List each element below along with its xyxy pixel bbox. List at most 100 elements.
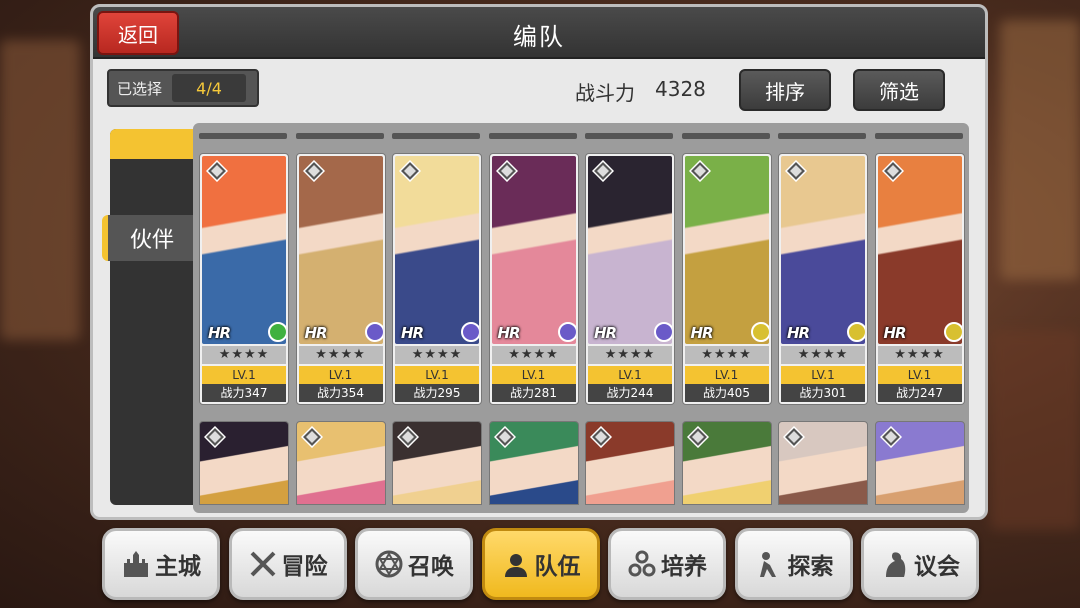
- character-card[interactable]: HR ★★★★ LV.1 战力247: [874, 153, 965, 405]
- character-portrait: HR: [684, 156, 769, 344]
- star-rating: ★★★★: [684, 346, 769, 364]
- castle-icon: [121, 549, 151, 579]
- team-power-value: 4328: [655, 77, 706, 101]
- card-power: 战力295: [395, 384, 479, 402]
- selected-counter: 已选择 4/4: [107, 69, 259, 107]
- nav-label: 议会: [914, 554, 960, 580]
- level-label: LV.1: [202, 366, 286, 384]
- rarity-gem-icon: [879, 426, 902, 448]
- character-card[interactable]: [199, 421, 289, 505]
- level-label: LV.1: [781, 366, 865, 384]
- nav-button[interactable]: 主城: [102, 528, 220, 600]
- page-title: 编队: [513, 23, 565, 51]
- rarity-gem-icon: [300, 426, 323, 448]
- character-card[interactable]: HR ★★★★ LV.1 战力405: [681, 153, 772, 405]
- rarity-gem-icon: [783, 426, 805, 448]
- card-power: 战力247: [877, 384, 962, 402]
- character-portrait: HR: [588, 156, 672, 344]
- nav-button[interactable]: 冒险: [228, 528, 347, 600]
- card-power: 战力244: [588, 384, 672, 402]
- card-power: 战力301: [781, 384, 865, 402]
- star-rating: ★★★★: [588, 346, 672, 364]
- team-power-label: 战斗力: [575, 81, 635, 105]
- character-card[interactable]: HR ★★★★ LV.1 战力295: [392, 153, 482, 405]
- rarity-gem-icon: [881, 160, 904, 182]
- class-icon: [943, 322, 962, 342]
- character-portrait: HR: [298, 156, 383, 344]
- card-power: 战力405: [684, 384, 769, 402]
- scroll-strip: [778, 133, 866, 139]
- scroll-strip: [199, 133, 287, 139]
- scroll-strip: [295, 133, 384, 139]
- rarity-gem-icon: [590, 426, 612, 448]
- rarity-gem-icon: [493, 426, 516, 448]
- scroll-strip: [488, 133, 577, 139]
- character-card[interactable]: [488, 421, 579, 505]
- class-icon: [364, 322, 383, 342]
- character-card[interactable]: HR ★★★★ LV.1 战力301: [778, 153, 868, 405]
- side-tab-accent: [110, 129, 196, 159]
- rarity-label: HR: [690, 324, 714, 342]
- class-icon: [847, 322, 865, 342]
- rarity-label: HR: [787, 324, 810, 342]
- rarity-gem-icon: [204, 426, 226, 448]
- rarity-gem-icon: [686, 426, 709, 448]
- nav-button[interactable]: 议会: [861, 528, 979, 600]
- nav-label: 队伍: [534, 554, 581, 580]
- scroll-strip: [392, 133, 480, 139]
- character-card[interactable]: HR ★★★★ LV.1 战力281: [488, 153, 579, 405]
- sort-button[interactable]: 排序: [739, 69, 831, 111]
- character-portrait: HR: [781, 156, 865, 344]
- rarity-gem-icon: [397, 426, 419, 448]
- nav-button[interactable]: 队伍: [481, 528, 600, 600]
- character-card[interactable]: HR ★★★★ LV.1 战力354: [295, 153, 386, 405]
- level-label: LV.1: [395, 366, 479, 384]
- character-card[interactable]: HR ★★★★ LV.1 战力347: [199, 153, 289, 405]
- filter-button[interactable]: 筛选: [853, 69, 945, 111]
- rarity-gem-icon: [688, 160, 711, 182]
- background-furniture: [990, 330, 1080, 530]
- nav-label: 主城: [155, 554, 201, 580]
- summon-circle-icon: [374, 549, 404, 579]
- side-tab-column: 伙伴: [102, 129, 196, 505]
- level-label: LV.1: [684, 366, 769, 384]
- nav-button[interactable]: 培养: [608, 528, 726, 600]
- level-label: LV.1: [877, 366, 962, 384]
- character-portrait: HR: [877, 156, 962, 344]
- rarity-gem-icon: [592, 160, 614, 182]
- character-grid[interactable]: HR ★★★★ LV.1 战力347 HR ★★★★ LV.1 战力354 HR…: [193, 123, 969, 513]
- card-power: 战力281: [491, 384, 576, 402]
- nav-label: 探索: [787, 554, 834, 580]
- character-portrait: HR: [491, 156, 576, 344]
- rarity-gem-icon: [302, 160, 325, 182]
- character-card[interactable]: [585, 421, 675, 505]
- star-rating: ★★★★: [781, 346, 865, 364]
- selected-label: 已选择: [117, 79, 163, 98]
- rarity-gem-icon: [206, 160, 228, 182]
- council-icon: [880, 549, 910, 579]
- tab-partners[interactable]: 伙伴: [102, 215, 196, 261]
- nav-button[interactable]: 探索: [734, 528, 853, 600]
- character-card[interactable]: [295, 421, 386, 505]
- character-portrait: HR: [395, 156, 479, 344]
- level-label: LV.1: [588, 366, 672, 384]
- character-card[interactable]: [681, 421, 772, 505]
- scroll-strip: [681, 133, 770, 139]
- class-icon: [654, 322, 672, 342]
- nav-label: 冒险: [281, 554, 328, 580]
- rarity-label: HR: [883, 324, 907, 342]
- card-power: 战力347: [202, 384, 286, 402]
- class-icon: [461, 322, 479, 342]
- star-rating: ★★★★: [298, 346, 383, 364]
- character-portrait: HR: [202, 156, 286, 344]
- crossed-swords-icon: [248, 549, 278, 579]
- character-card[interactable]: [778, 421, 868, 505]
- level-label: LV.1: [298, 366, 383, 384]
- character-card[interactable]: HR ★★★★ LV.1 战力244: [585, 153, 675, 405]
- character-card[interactable]: [874, 421, 965, 505]
- nav-label: 召唤: [408, 554, 454, 580]
- card-power: 战力354: [298, 384, 383, 402]
- nav-button[interactable]: 召唤: [355, 528, 473, 600]
- character-card[interactable]: [392, 421, 482, 505]
- rarity-label: HR: [401, 324, 424, 342]
